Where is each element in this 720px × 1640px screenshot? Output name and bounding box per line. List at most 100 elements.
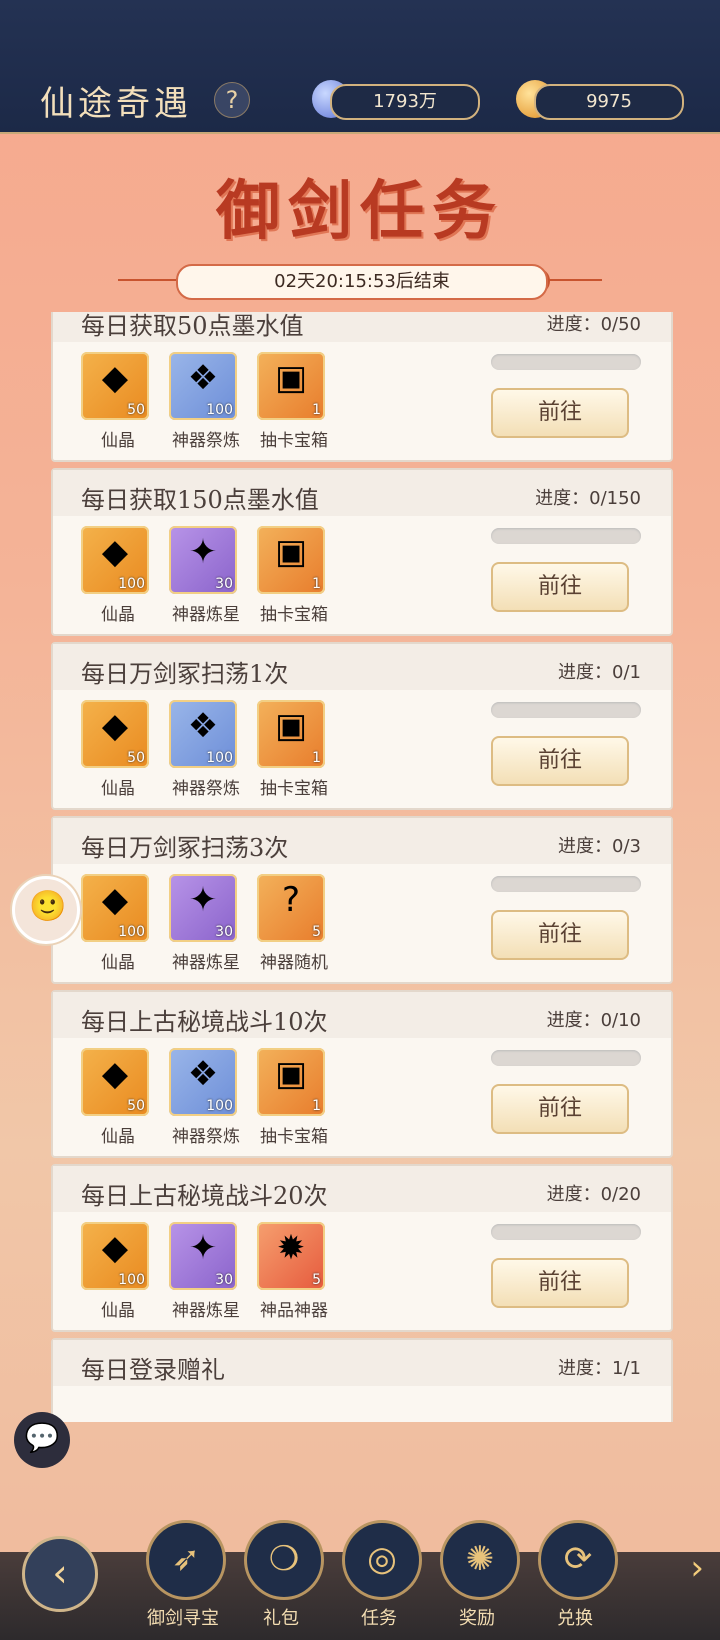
task-title: 每日万剑冢扫荡3次 [81,834,289,862]
task-progress: 进度：0/1 [558,662,641,683]
reward-name: 神器祭炼 [172,431,240,451]
reward-name: 抽卡宝箱 [260,431,328,451]
chat-button[interactable]: 💬 [14,1412,70,1468]
go-button[interactable]: 前往 [491,910,629,960]
progress-bar [491,1050,641,1066]
crystal-icon: ◆ 50 [81,1048,149,1116]
reward-quantity: 50 [127,402,145,418]
reward-name: 神器祭炼 [172,1127,240,1147]
task-header: 每日上古秘境战斗10次 进度：0/10 [53,992,671,1038]
flame-icon: ✺ [440,1520,520,1600]
task-progress: 进度：0/150 [535,488,641,509]
task-progress: 进度：0/20 [546,1184,641,1205]
chest-icon: ▣ 1 [257,700,325,768]
bottom-nav-item[interactable]: ❍ 礼包 [236,1520,326,1640]
progress-bar [491,702,641,718]
reward-quantity: 30 [215,1272,233,1288]
currency-balance-1: 1793万 [330,84,480,120]
reward-item[interactable]: ❖ 100 神器祭炼 [169,1048,243,1147]
reward-quantity: 1 [312,1098,321,1114]
crystal-icon: ◆ 50 [81,700,149,768]
bottom-nav-item[interactable]: ⟳ 兑换 [530,1520,620,1640]
bottom-nav-item[interactable]: ◎ 任务 [334,1520,424,1640]
reward-item[interactable]: ◆ 50 仙晶 [81,352,155,451]
reward-item[interactable]: ◆ 50 仙晶 [81,1048,155,1147]
reward-item[interactable]: ▣ 1 抽卡宝箱 [257,352,331,451]
reward-name: 仙晶 [101,779,135,799]
reward-name: 仙晶 [101,1301,135,1321]
artifact-icon: ✹ 5 [257,1222,325,1290]
face-icon: 🙂 [29,889,67,924]
task-card: 每日上古秘境战斗10次 进度：0/10 ◆ 50 仙晶 ❖ 100 神器祭炼 ▣… [51,990,673,1158]
bow-icon: ➶ [146,1520,226,1600]
task-list[interactable]: 每日获取50点墨水值 进度：0/50 ◆ 50 仙晶 ❖ 100 神器祭炼 ▣ … [0,312,720,1422]
task-title: 每日获取150点墨水值 [81,486,319,514]
reward-name: 仙晶 [101,431,135,451]
gift-icon: ❍ [244,1520,324,1600]
crystal-icon: ◆ 50 [81,352,149,420]
reward-item[interactable]: ✹ 5 神品神器 [257,1222,331,1321]
reward-item[interactable]: ◆ 100 仙晶 [81,1222,155,1321]
reward-quantity: 50 [127,1098,145,1114]
next-arrow-icon[interactable]: › [690,1548,704,1588]
chest-icon: ▣ 1 [257,352,325,420]
countdown-timer: 02天20:15:53后结束 [176,264,548,300]
reward-name: 抽卡宝箱 [260,605,328,625]
assistant-avatar[interactable]: 🙂 [12,876,80,944]
task-card: 每日万剑冢扫荡1次 进度：0/1 ◆ 50 仙晶 ❖ 100 神器祭炼 ▣ 1 … [51,642,673,810]
reward-name: 仙晶 [101,1127,135,1147]
reward-item[interactable]: ▣ 1 抽卡宝箱 [257,1048,331,1147]
reward-item[interactable]: ✦ 30 神器炼星 [169,1222,243,1321]
reward-quantity: 100 [206,750,233,766]
reward-quantity: 100 [118,924,145,940]
task-header: 每日获取50点墨水值 进度：0/50 [53,312,671,342]
task-header: 每日获取150点墨水值 进度：0/150 [53,470,671,516]
reward-item[interactable]: ✦ 30 神器炼星 [169,526,243,625]
progress-bar [491,354,641,370]
reward-item[interactable]: ◆ 100 仙晶 [81,526,155,625]
reward-item[interactable]: ❖ 100 神器祭炼 [169,352,243,451]
task-header: 每日上古秘境战斗20次 进度：0/20 [53,1166,671,1212]
reward-name: 神器随机 [260,953,328,973]
timer-line-right [544,279,602,281]
reward-item[interactable]: ▣ 1 抽卡宝箱 [257,700,331,799]
task-card: 每日万剑冢扫荡3次 进度：0/3 ◆ 100 仙晶 ✦ 30 神器炼星 ? 5 … [51,816,673,984]
star-icon: ✦ 30 [169,1222,237,1290]
reward-name: 神品神器 [260,1301,328,1321]
bottom-nav-item[interactable]: ✺ 奖励 [432,1520,522,1640]
task-card: 每日获取50点墨水值 进度：0/50 ◆ 50 仙晶 ❖ 100 神器祭炼 ▣ … [51,312,673,462]
reward-quantity: 100 [206,402,233,418]
help-button[interactable]: ? [214,82,250,118]
task-progress: 进度：0/10 [546,1010,641,1031]
go-button[interactable]: 前往 [491,1258,629,1308]
star-icon: ✦ 30 [169,526,237,594]
bottom-nav-label: 兑换 [557,1608,593,1629]
reward-quantity: 1 [312,750,321,766]
ore-icon: ❖ 100 [169,700,237,768]
reward-item[interactable]: ▣ 1 抽卡宝箱 [257,526,331,625]
reward-item[interactable]: ◆ 100 仙晶 [81,874,155,973]
task-progress: 进度：0/50 [546,314,641,335]
task-title: 每日万剑冢扫荡1次 [81,660,289,688]
reward-item[interactable]: ❖ 100 神器祭炼 [169,700,243,799]
bottom-nav-item[interactable]: ➶ 御剑寻宝 [138,1520,228,1640]
go-button[interactable]: 前往 [491,562,629,612]
reward-item[interactable]: ✦ 30 神器炼星 [169,874,243,973]
top-bar: 仙途奇遇 ? 1793万 9975 [0,0,720,134]
go-button[interactable]: 前往 [491,388,629,438]
task-title: 每日登录赠礼 [81,1356,225,1384]
reward-item[interactable]: ? 5 神器随机 [257,874,331,973]
reward-item[interactable]: ◆ 50 仙晶 [81,700,155,799]
crystal-icon: ◆ 100 [81,874,149,942]
go-button[interactable]: 前往 [491,736,629,786]
ore-icon: ❖ 100 [169,1048,237,1116]
reward-name: 神器祭炼 [172,779,240,799]
task-progress: 进度：1/1 [558,1358,641,1379]
back-button[interactable]: ‹ [22,1536,98,1612]
task-header: 每日登录赠礼 进度：1/1 [53,1340,671,1386]
go-button[interactable]: 前往 [491,1084,629,1134]
task-card: 每日获取150点墨水值 进度：0/150 ◆ 100 仙晶 ✦ 30 神器炼星 … [51,468,673,636]
task-card: 每日登录赠礼 进度：1/1 [51,1338,673,1422]
reward-quantity: 100 [118,576,145,592]
reward-quantity: 30 [215,924,233,940]
